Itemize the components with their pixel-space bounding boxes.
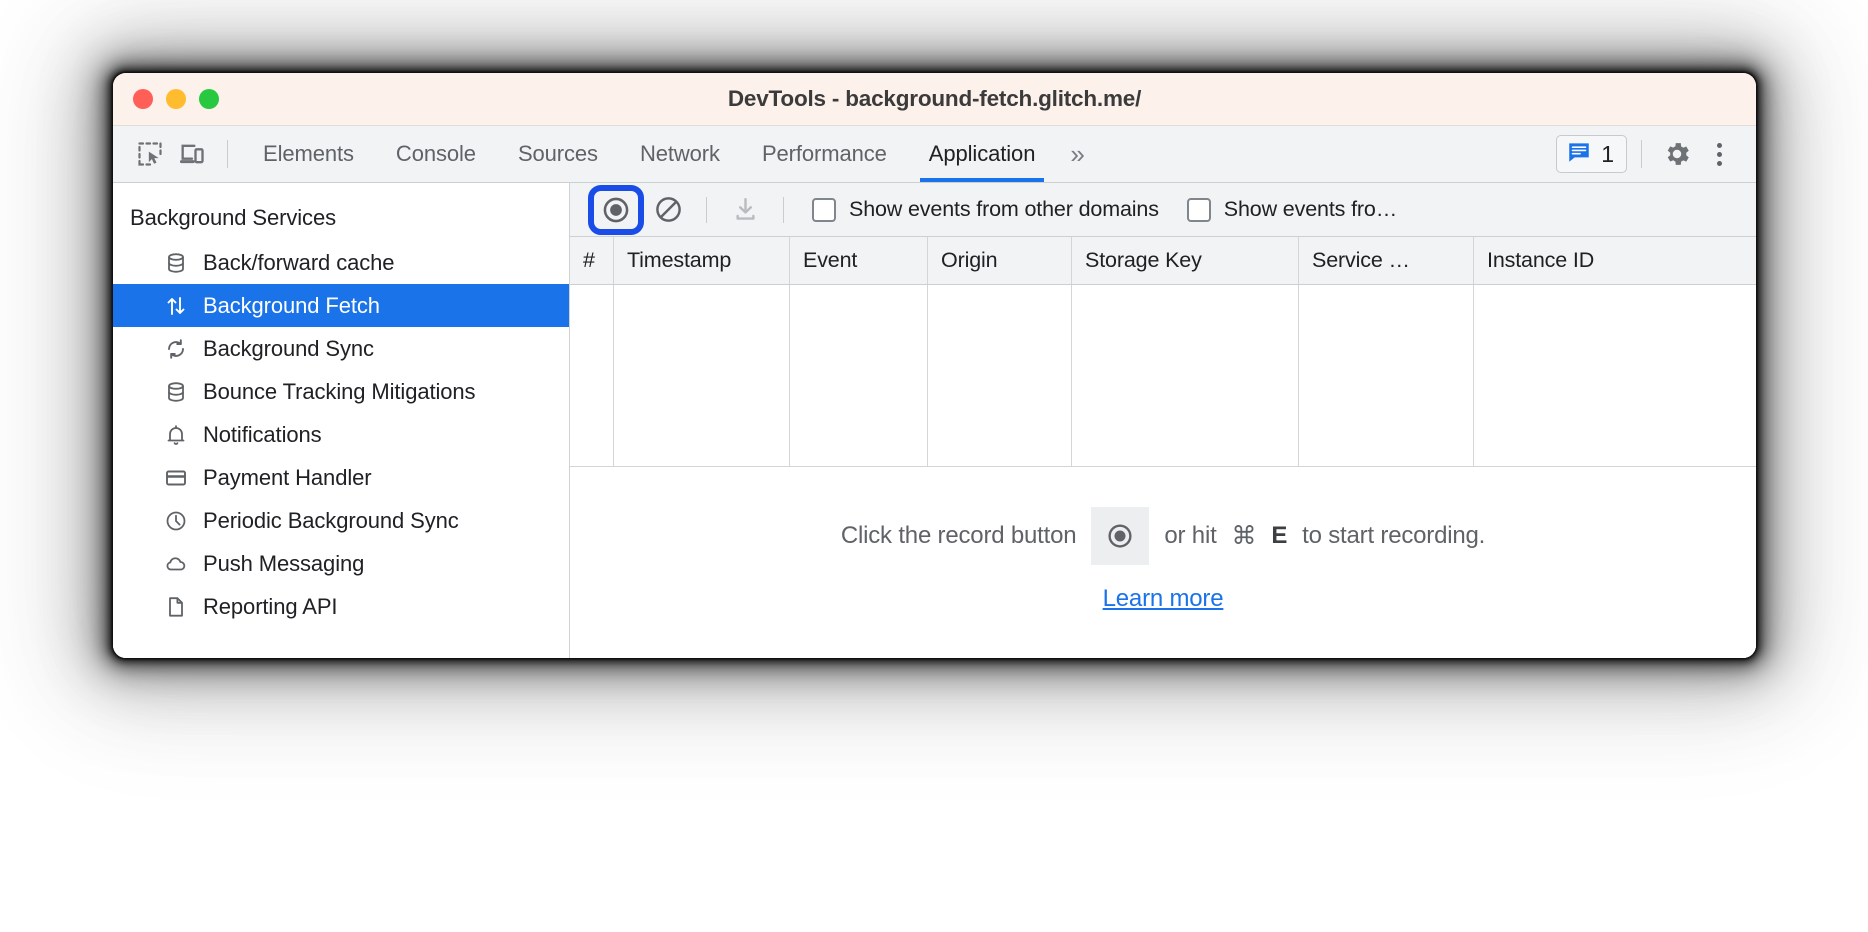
tab-sources[interactable]: Sources — [497, 126, 619, 182]
column-header-instance-id[interactable]: Instance ID — [1474, 237, 1756, 284]
window-title: DevTools - background-fetch.glitch.me/ — [727, 86, 1142, 111]
export-button[interactable] — [721, 188, 769, 232]
sidebar-item-label: Push Messaging — [203, 550, 365, 576]
console-messages-button[interactable]: 1 — [1556, 135, 1627, 173]
learn-more-link[interactable]: Learn more — [1103, 585, 1224, 613]
sidebar-item-reporting-api[interactable]: Reporting API — [113, 585, 569, 628]
table-column — [1299, 285, 1474, 466]
clock-icon — [163, 508, 189, 534]
sidebar-item-bounce-tracking-mitigations[interactable]: Bounce Tracking Mitigations — [113, 370, 569, 413]
gear-icon[interactable] — [1656, 133, 1698, 175]
sidebar-item-label: Bounce Tracking Mitigations — [203, 378, 476, 404]
column-header-timestamp[interactable]: Timestamp — [614, 237, 790, 284]
column-header-event[interactable]: Event — [790, 237, 928, 284]
more-tabs-icon[interactable]: » — [1056, 139, 1095, 170]
sidebar-item-back-forward-cache[interactable]: Back/forward cache — [113, 241, 569, 284]
background-fetch-panel: Show events from other domains Show even… — [570, 183, 1756, 658]
table-column — [1474, 285, 1756, 466]
table-column — [790, 285, 928, 466]
column-header-storage-key[interactable]: Storage Key — [1072, 237, 1299, 284]
checkbox-box — [812, 197, 836, 222]
sidebar-item-push-messaging[interactable]: Push Messaging — [113, 542, 569, 585]
tab-performance[interactable]: Performance — [741, 126, 908, 182]
events-table-header: # Timestamp Event Origin Storage Key Ser… — [570, 237, 1756, 285]
sidebar-item-label: Notifications — [203, 421, 322, 447]
column-header-service-worker[interactable]: Service … — [1299, 237, 1474, 284]
cloud-icon — [163, 551, 189, 577]
events-table-body — [570, 285, 1756, 467]
devtools-tab-bar: Elements Console Sources Network Perform… — [113, 126, 1756, 183]
sidebar-item-label: Periodic Background Sync — [203, 507, 459, 533]
inspect-element-icon[interactable] — [129, 133, 171, 175]
toolbar-divider — [227, 140, 228, 168]
toolbar-divider-right — [1641, 140, 1642, 168]
sidebar-item-label: Background Sync — [203, 335, 374, 361]
clear-button[interactable] — [644, 188, 692, 232]
sidebar-item-periodic-background-sync[interactable]: Periodic Background Sync — [113, 499, 569, 542]
device-toolbar-icon[interactable] — [171, 133, 213, 175]
sidebar-item-label: Background Fetch — [203, 292, 380, 318]
application-sidebar: Background Services Back/forward cache B… — [113, 183, 570, 658]
devtools-window: DevTools - background-fetch.glitch.me/ E… — [113, 73, 1756, 658]
toolbar-divider — [706, 196, 707, 223]
sidebar-item-label: Payment Handler — [203, 464, 372, 490]
tab-bar-right-controls: 1 — [1556, 133, 1756, 175]
sidebar-item-background-sync[interactable]: Background Sync — [113, 327, 569, 370]
checkbox-label: Show events fro… — [1223, 197, 1398, 221]
sync-icon — [163, 336, 189, 362]
empty-state: Click the record button or hit ⌘ E to st… — [570, 467, 1756, 658]
kebab-menu-icon[interactable] — [1698, 133, 1740, 175]
tab-application[interactable]: Application — [908, 126, 1057, 182]
database-icon — [163, 250, 189, 276]
empty-state-prefix: Click the record button — [840, 521, 1077, 549]
show-events-other-domains-checkbox[interactable]: Show events from other domains — [812, 197, 1159, 222]
column-header-origin[interactable]: Origin — [928, 237, 1072, 284]
title-bar: DevTools - background-fetch.glitch.me/ — [113, 73, 1756, 126]
sidebar-item-label: Reporting API — [203, 593, 338, 619]
record-button[interactable] — [588, 184, 644, 235]
ban-icon — [655, 197, 681, 222]
bell-icon — [163, 422, 189, 448]
download-icon — [735, 198, 755, 220]
checkbox-box — [1186, 197, 1211, 222]
sidebar-section-title: Background Services — [130, 205, 336, 230]
sidebar-item-notifications[interactable]: Notifications — [113, 413, 569, 456]
table-column — [570, 285, 614, 466]
tab-network[interactable]: Network — [619, 126, 741, 182]
panel-tabs: Elements Console Sources Network Perform… — [242, 126, 1096, 182]
sidebar-item-label: Back/forward cache — [203, 249, 395, 275]
document-icon — [163, 594, 189, 620]
screenshot-canvas: DevTools - background-fetch.glitch.me/ E… — [0, 0, 1868, 932]
console-message-icon — [1566, 139, 1592, 170]
checkbox-label: Show events from other domains — [849, 197, 1159, 221]
show-events-from-checkbox[interactable]: Show events fro… — [1186, 197, 1398, 222]
credit-card-icon — [163, 465, 189, 491]
sidebar-item-payment-handler[interactable]: Payment Handler — [113, 456, 569, 499]
empty-state-middle: or hit — [1164, 521, 1217, 549]
database-icon — [163, 379, 189, 405]
record-icon — [603, 197, 629, 222]
table-column — [614, 285, 790, 466]
toolbar-divider-2 — [783, 196, 784, 223]
table-column — [1072, 285, 1299, 466]
sidebar-item-background-fetch[interactable]: Background Fetch — [113, 284, 569, 327]
inline-record-icon — [1091, 506, 1150, 565]
table-column — [928, 285, 1072, 466]
empty-state-message: Click the record button or hit ⌘ E to st… — [840, 506, 1486, 565]
panel-toolbar: Show events from other domains Show even… — [570, 183, 1756, 237]
tab-console[interactable]: Console — [375, 126, 497, 182]
command-key-glyph: ⌘ — [1231, 521, 1257, 550]
updown-arrows-icon — [163, 293, 189, 319]
shortcut-key: E — [1271, 521, 1288, 549]
empty-state-suffix: to start recording. — [1302, 521, 1486, 549]
console-message-count: 1 — [1601, 140, 1614, 167]
tab-elements[interactable]: Elements — [242, 126, 375, 182]
column-header-index[interactable]: # — [570, 237, 614, 284]
devtools-body: Background Services Back/forward cache B… — [113, 183, 1756, 658]
